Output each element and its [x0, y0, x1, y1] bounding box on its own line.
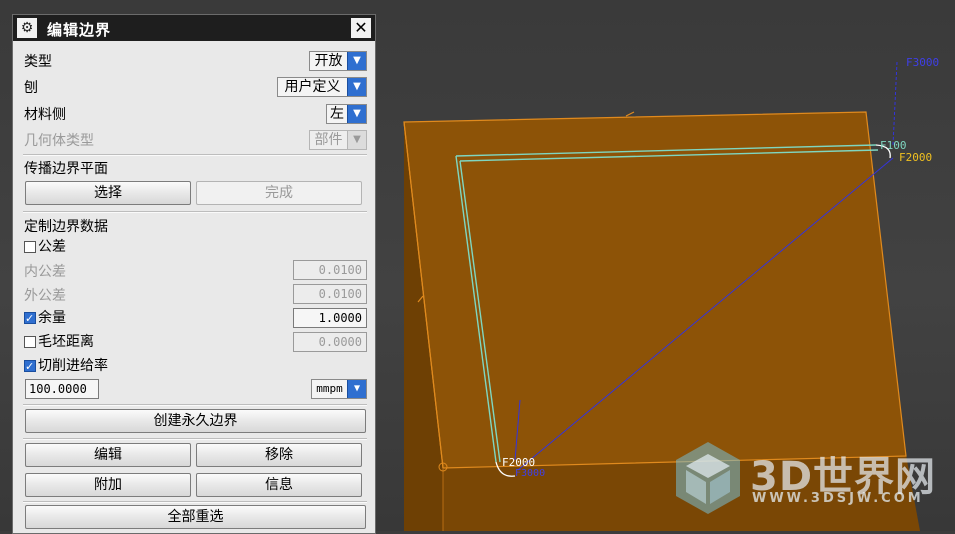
- feedrate-unit-value: mmpm: [316, 382, 343, 395]
- material-side-label: 材料侧: [24, 107, 66, 123]
- intol-field: 0.0100: [293, 260, 367, 280]
- blank-distance-field: 0.0000: [293, 332, 367, 352]
- feedrate-unit-select[interactable]: mmpm ▼: [311, 379, 367, 399]
- checkbox-box[interactable]: [24, 310, 36, 328]
- plane-label: 刨: [24, 80, 38, 96]
- chevron-down-icon: ▼: [347, 78, 366, 96]
- tolerance-checkbox[interactable]: 公差: [24, 238, 66, 256]
- divider: [23, 404, 367, 406]
- info-button[interactable]: 信息: [196, 473, 362, 497]
- type-value: 开放: [314, 53, 343, 69]
- watermark-url: WWW.3DSJW.COM: [752, 491, 924, 506]
- part-top-face: [403, 111, 907, 469]
- geometry-type-value: 部件: [314, 132, 343, 148]
- material-side-select[interactable]: 左 ▼: [326, 104, 367, 124]
- intol-label: 内公差: [24, 264, 66, 280]
- geometry-type-label: 几何体类型: [24, 133, 94, 149]
- custom-boundary-data-label: 定制边界数据: [24, 219, 108, 235]
- outtol-label: 外公差: [24, 288, 66, 304]
- feed-label-f3000-top: F3000: [906, 56, 939, 69]
- cube-logo-icon: [676, 442, 740, 514]
- type-select[interactable]: 开放 ▼: [309, 51, 367, 71]
- checkbox-box[interactable]: [24, 241, 36, 253]
- tolerance-label: 公差: [38, 239, 66, 255]
- divider: [23, 211, 367, 213]
- material-side-value: 左: [330, 106, 344, 122]
- propagate-plane-label: 传播边界平面: [24, 161, 108, 177]
- chevron-down-icon: ▼: [347, 380, 366, 398]
- checkbox-box[interactable]: [24, 358, 36, 376]
- stock-checkbox[interactable]: 余量: [24, 309, 66, 328]
- chevron-down-icon: ▼: [347, 105, 366, 123]
- outtol-field: 0.0100: [293, 284, 367, 304]
- append-button[interactable]: 附加: [25, 473, 191, 497]
- reselect-all-button[interactable]: 全部重选: [25, 505, 366, 529]
- done-button: 完成: [196, 181, 362, 205]
- divider: [23, 438, 367, 440]
- chevron-down-icon: ▼: [347, 52, 366, 70]
- feedrate-checkbox[interactable]: 切削进给率: [24, 357, 108, 376]
- blank-distance-checkbox[interactable]: 毛坯距离: [24, 333, 94, 351]
- stock-label: 余量: [38, 310, 66, 326]
- dialog-title: 编辑边界: [47, 21, 112, 39]
- select-button[interactable]: 选择: [25, 181, 191, 205]
- plane-value: 用户定义: [284, 79, 341, 95]
- checkbox-box[interactable]: [24, 336, 36, 348]
- geometry-type-select: 部件 ▼: [309, 130, 367, 150]
- feed-label-f3000-bottom: F3000: [515, 468, 545, 479]
- close-button[interactable]: ✕: [351, 18, 371, 38]
- feedrate-field[interactable]: 100.0000: [25, 379, 99, 399]
- divider: [23, 154, 367, 156]
- create-permanent-boundary-button[interactable]: 创建永久边界: [25, 409, 366, 433]
- chevron-down-icon: ▼: [347, 131, 366, 149]
- plane-select[interactable]: 用户定义 ▼: [277, 77, 367, 97]
- watermark: 3D世界网 WWW.3DSJW.COM: [672, 436, 942, 526]
- edit-boundary-dialog: ⚙ 编辑边界 ✕ 类型 开放 ▼ 刨 用户定义 ▼ 材料侧 左 ▼ 几何体类型 …: [12, 14, 376, 534]
- feedrate-label: 切削进给率: [38, 358, 108, 374]
- divider: [23, 501, 367, 503]
- feed-label-f2000-top: F2000: [899, 151, 932, 164]
- blank-distance-label: 毛坯距离: [38, 334, 94, 350]
- edit-button[interactable]: 编辑: [25, 443, 191, 467]
- type-label: 类型: [24, 54, 52, 70]
- stock-field[interactable]: 1.0000: [293, 308, 367, 328]
- remove-button[interactable]: 移除: [196, 443, 362, 467]
- gear-icon[interactable]: ⚙: [17, 18, 37, 38]
- dialog-titlebar[interactable]: ⚙ 编辑边界 ✕: [13, 15, 375, 41]
